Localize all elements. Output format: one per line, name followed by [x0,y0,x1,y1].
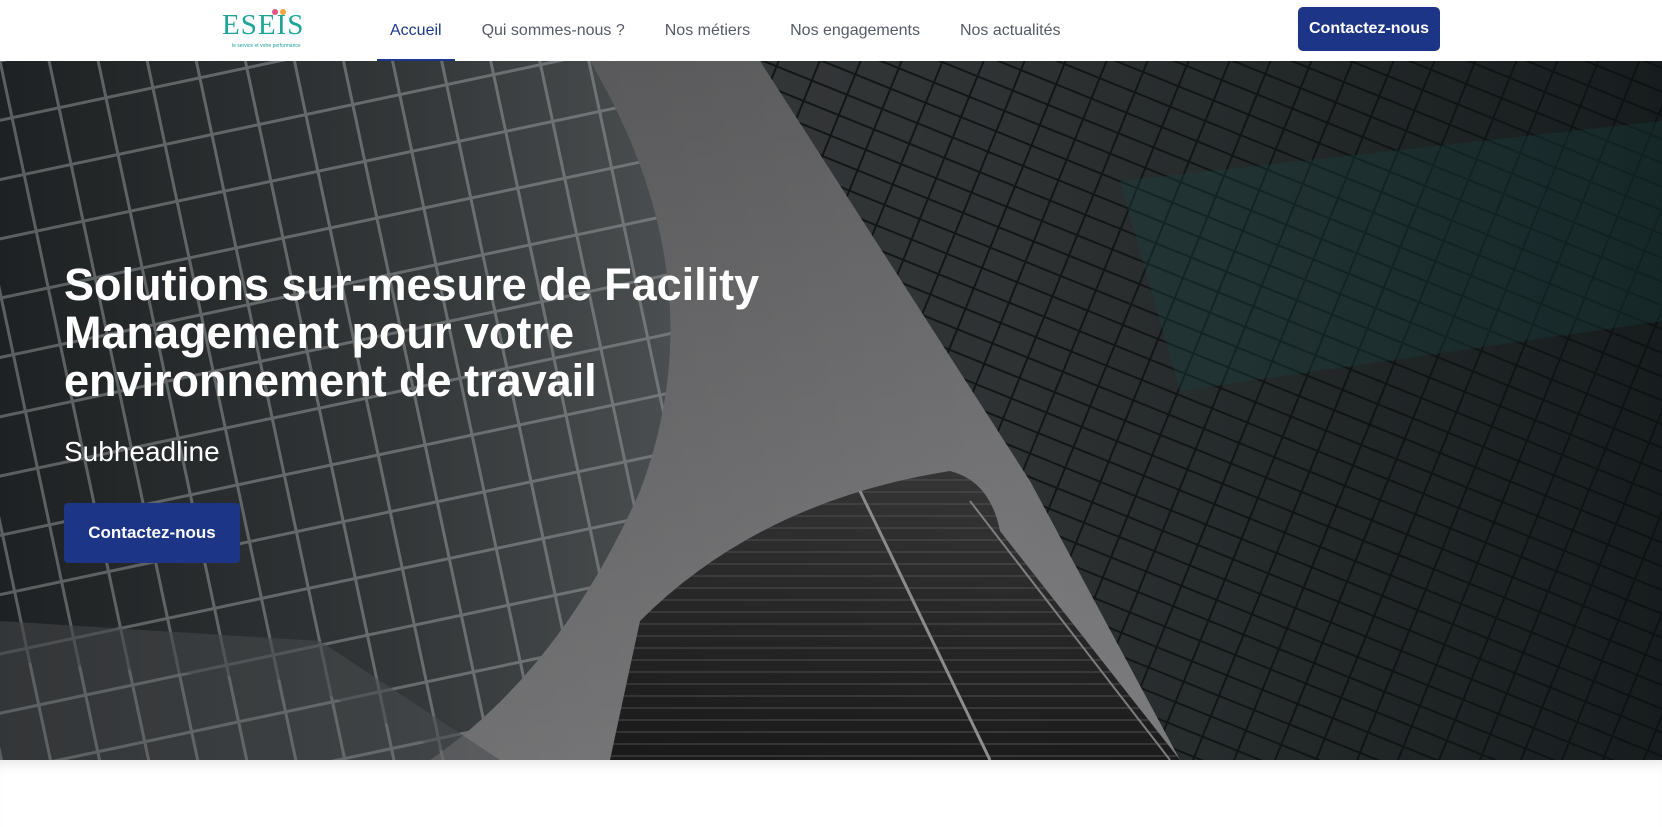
hero-section: Solutions sur-mesure de Facility Managem… [0,61,1662,760]
hero-overlay [0,61,1662,760]
nav-item-nos-engagements[interactable]: Nos engagements [770,0,940,61]
main-nav: Accueil Qui sommes-nous ? Nos métiers No… [370,0,1080,61]
nav-item-nos-actualites[interactable]: Nos actualités [940,0,1081,61]
header-contact-button[interactable]: Contactez-nous [1298,7,1440,51]
nav-item-qui-sommes-nous[interactable]: Qui sommes-nous ? [462,0,645,61]
logo-dot-orange [280,9,286,15]
eseis-logo[interactable]: ESEIS le service et votre performance [222,8,303,52]
hero-contact-button[interactable]: Contactez-nous [64,503,240,563]
logo-dot-pink [272,9,278,15]
hero-subheadline: Subheadline [64,436,220,467]
hero-headline: Solutions sur-mesure de Facility Managem… [64,259,760,406]
nav-item-nos-metiers[interactable]: Nos métiers [645,0,770,61]
site-header: ESEIS le service et votre performance Ac… [0,0,1662,61]
logo-wordmark: ESEIS [222,9,305,41]
nav-item-accueil[interactable]: Accueil [370,0,462,61]
logo-tagline: le service et votre performance [232,43,301,49]
next-section-edge [0,760,1662,827]
